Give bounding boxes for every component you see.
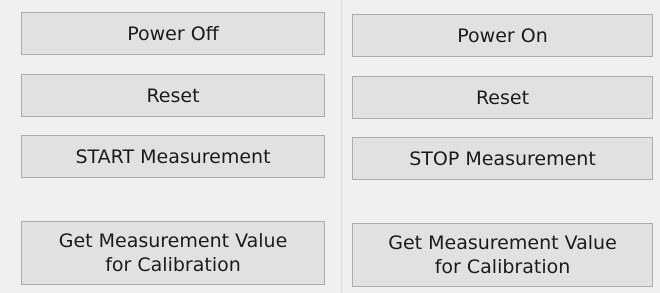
get-calibration-value-button-left[interactable]: Get Measurement Value for Calibration [21,221,325,285]
reset-label-right: Reset [475,86,530,109]
get-calibration-value-label-left: Get Measurement Value for Calibration [58,230,288,276]
get-calibration-value-button-right[interactable]: Get Measurement Value for Calibration [352,223,653,287]
stop-measurement-label: STOP Measurement [409,147,596,170]
stop-measurement-button[interactable]: STOP Measurement [352,137,653,180]
reset-label-left: Reset [146,84,200,107]
reset-button-left[interactable]: Reset [21,74,325,117]
get-calibration-value-label-right: Get Measurement Value for Calibration [388,232,617,278]
reset-button-right[interactable]: Reset [352,76,653,119]
start-measurement-button[interactable]: START Measurement [21,135,325,178]
power-on-button[interactable]: Power On [352,14,653,57]
power-off-button[interactable]: Power Off [21,12,325,55]
power-off-label: Power Off [127,22,219,45]
power-on-label: Power On [457,24,548,47]
start-measurement-label: START Measurement [75,145,271,168]
